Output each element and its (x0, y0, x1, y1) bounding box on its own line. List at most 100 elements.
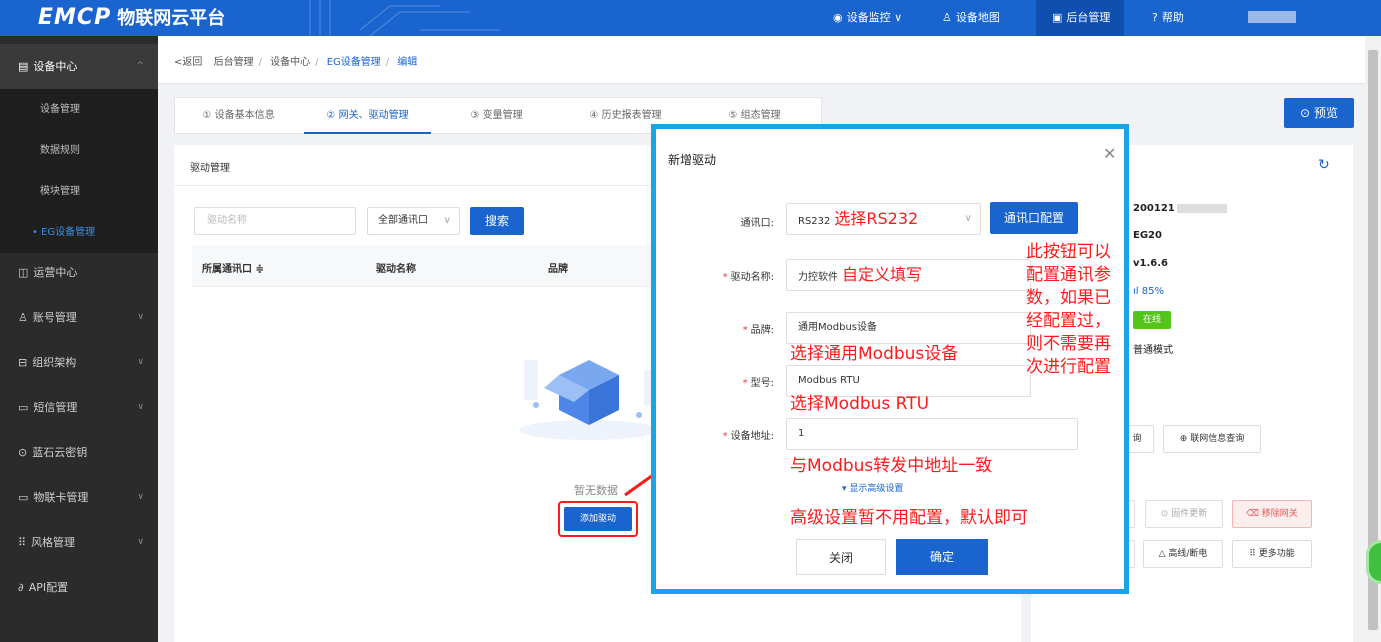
crumb-device-center[interactable]: 设备中心 (270, 57, 310, 68)
link-icon: ∂ (18, 581, 24, 594)
chevron-up-icon: ^ (136, 61, 144, 71)
add-driver-modal: 新增驱动 ✕ 通讯口: RS232 选择RS232 ∨ 通讯口配置 * 驱动名称: 力… (651, 124, 1129, 594)
driver-name-search-input[interactable]: 驱动名称 (194, 207, 356, 235)
globe-icon: ⊕ (1179, 434, 1188, 444)
tab-gateway-driver[interactable]: ② 网关、驱动管理 (304, 98, 431, 134)
device-address-input[interactable]: 1 (786, 418, 1078, 450)
key-icon: ⊙ (18, 446, 28, 459)
floating-widget[interactable] (1366, 540, 1381, 584)
user-name-redacted[interactable] (1248, 11, 1296, 23)
serial-redacted (1176, 203, 1227, 213)
nav-device-map[interactable]: ♙ 设备地图 (928, 0, 1018, 36)
nav-device-monitor[interactable]: ◉ 设备监控 ∨ (817, 0, 913, 36)
crumb-edit: 编辑 (397, 57, 418, 68)
model-label: * 型号: (742, 378, 774, 389)
brand-annotation: 选择通用Modbus设备 (790, 344, 959, 364)
gateway-mode: 普通模式 (1133, 345, 1173, 356)
network-info-button[interactable]: ⊕ 联网信息查询 (1163, 425, 1261, 453)
brand-label: * 品牌: (742, 325, 774, 336)
driver-name-annotation: 自定义填写 (842, 265, 923, 284)
sidebar-item-sim-card[interactable]: ▭ 物联卡管理 ∨ (0, 475, 158, 520)
chevron-down-icon: ∨ (443, 215, 451, 226)
trash-icon: ⌫ (1246, 509, 1259, 519)
header-circuit-decoration (309, 0, 500, 36)
port-select[interactable]: RS232 选择RS232 ∨ (786, 203, 981, 235)
sidebar-item-sms[interactable]: ▭ 短信管理 ∨ (0, 385, 158, 430)
sidebar-sub-data-rules[interactable]: 数据规则 (0, 130, 158, 171)
sidebar-item-device-center[interactable]: ▤ 设备中心 ^ (0, 44, 158, 89)
column-port[interactable]: 所属通讯口 ≑ (202, 260, 264, 275)
advanced-annotation: 高级设置暂不用配置，默认即可 (790, 508, 1028, 528)
add-driver-highlight: 添加驱动 (558, 501, 638, 537)
port-button-annotation: 此按钮可以 配置通讯参 数，如果已 经配置过， 则不需要再 次进行配置 (1026, 242, 1111, 377)
more-functions-button[interactable]: ⠿ 更多功能 (1232, 540, 1312, 568)
address-annotation: 与Modbus转发中地址一致 (790, 456, 993, 476)
nav-help[interactable]: ? 帮助 (1140, 0, 1210, 36)
close-button[interactable]: 关闭 (796, 539, 886, 575)
port-label: 通讯口: (740, 218, 774, 229)
column-brand: 品牌 (548, 264, 568, 275)
panel-title: 驱动管理 (190, 163, 230, 174)
map-pin-icon: ♙ (942, 11, 952, 24)
operations-icon: ◫ (18, 266, 29, 279)
brand-select[interactable]: 通用Modbus设备 (786, 312, 1031, 344)
grid-icon: ⠿ (1249, 549, 1256, 559)
empty-text: 暂无数据 (574, 484, 618, 497)
sidebar-item-org[interactable]: ⊟ 组织架构 ∨ (0, 340, 158, 385)
offline-alert-button[interactable]: △ 高线/断电 (1143, 540, 1223, 568)
crumb-admin[interactable]: 后台管理 (214, 57, 254, 68)
column-driver-name: 驱动名称 (376, 264, 416, 275)
tab-variables[interactable]: ③ 变量管理 (433, 98, 560, 134)
chevron-down-icon: ∨ (137, 537, 144, 547)
close-icon[interactable]: ✕ (1103, 144, 1116, 163)
device-address-label: * 设备地址: (722, 431, 774, 442)
sidebar-item-api[interactable]: ∂ API配置 (0, 565, 158, 610)
empty-box-illustration (519, 360, 660, 440)
sidebar-sub-eg-device[interactable]: • EG设备管理 (0, 212, 158, 253)
nav-admin[interactable]: ▣ 后台管理 (1036, 0, 1124, 36)
sidebar: ▤ 设备中心 ^ 设备管理 数据规则 模块管理 • EG设备管理 ◫ 运营中心 ♙ 账号… (0, 36, 158, 642)
tab-basic-info[interactable]: ① 设备基本信息 (175, 98, 302, 134)
add-driver-button[interactable]: 添加驱动 (564, 507, 632, 531)
gateway-version: v1.6.6 (1133, 258, 1168, 269)
crumb-eg-device[interactable]: EG设备管理 (327, 57, 381, 68)
remove-gateway-button[interactable]: ⌫ 移除网关 (1232, 500, 1312, 528)
search-button[interactable]: 搜索 (470, 207, 524, 235)
sidebar-item-operations[interactable]: ◫ 运营中心 (0, 250, 158, 295)
brand-logo[interactable]: EMCP 物联网云平台 (38, 4, 225, 30)
refresh-icon[interactable]: ↻ (1318, 157, 1330, 173)
sidebar-item-accounts[interactable]: ♙ 账号管理 ∨ (0, 295, 158, 340)
style-icon: ⠿ (18, 536, 27, 549)
firmware-update-button[interactable]: ⊙ 固件更新 (1145, 500, 1223, 528)
bell-icon: △ (1158, 549, 1166, 559)
breadcrumb: <返回 后台管理 / 设备中心 / EG设备管理 / 编辑 (158, 36, 1365, 84)
signal-icon: ıl (1133, 286, 1139, 297)
driver-name-input[interactable]: 力控软件 自定义填写 (786, 259, 1031, 291)
show-advanced-link[interactable]: ▾ 显示高级设置 (842, 481, 903, 494)
chevron-down-icon: ∨ (137, 357, 144, 367)
play-icon: ⊙ (1300, 106, 1311, 120)
preview-button[interactable]: ⊙ 预览 (1284, 98, 1354, 128)
brand-text: EMCP (38, 5, 112, 30)
chevron-down-icon: ∨ (964, 213, 972, 224)
signal-strength: ıl 85% (1133, 286, 1164, 297)
sidebar-sub-module-manage[interactable]: 模块管理 (0, 171, 158, 212)
chevron-down-icon: ∨ (137, 492, 144, 502)
confirm-button[interactable]: 确定 (896, 539, 988, 575)
upload-icon: ⊙ (1160, 509, 1169, 519)
user-icon: ♙ (18, 311, 28, 324)
back-link[interactable]: <返回 (174, 57, 202, 68)
sidebar-sub-device-manage[interactable]: 设备管理 (0, 89, 158, 130)
admin-icon: ▣ (1052, 11, 1063, 24)
org-icon: ⊟ (18, 356, 28, 369)
modal-title: 新增驱动 (668, 153, 717, 167)
driver-name-label: * 驱动名称: (722, 272, 774, 283)
sidebar-item-style[interactable]: ⠿ 风格管理 ∨ (0, 520, 158, 565)
port-config-button[interactable]: 通讯口配置 (990, 202, 1078, 234)
chevron-down-icon: ∨ (137, 402, 144, 412)
message-icon: ▭ (18, 401, 29, 414)
chevron-down-icon: ∨ (137, 312, 144, 322)
device-icon: ▤ (18, 60, 29, 73)
port-filter-select[interactable]: 全部通讯口 ∨ (367, 207, 460, 235)
sidebar-item-cloud-key[interactable]: ⊙ 蓝石云密钥 (0, 430, 158, 475)
